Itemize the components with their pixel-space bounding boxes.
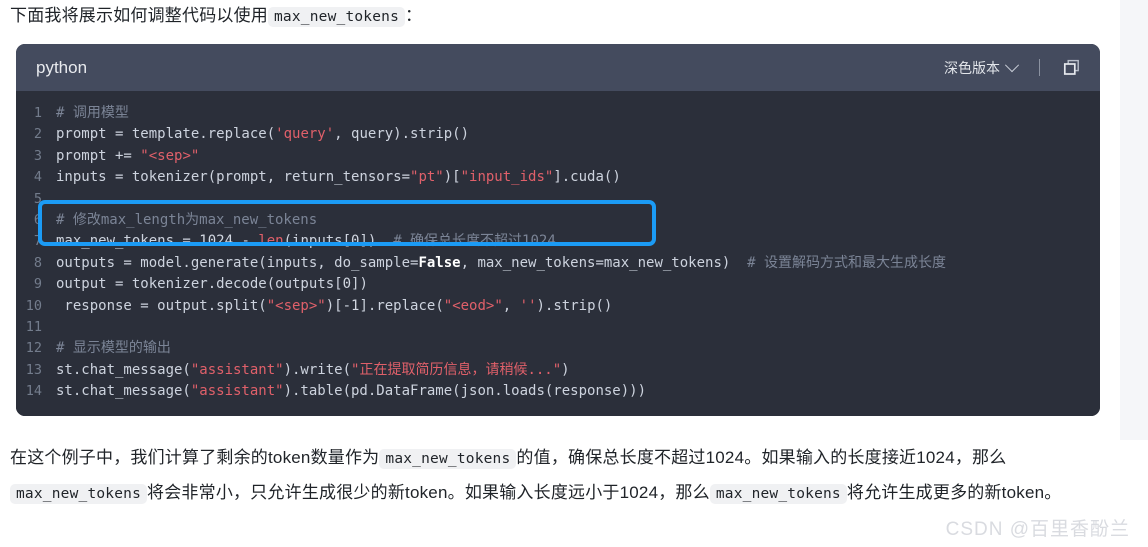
- copy-icon: [1063, 59, 1079, 75]
- page-right-gutter: [1120, 0, 1148, 440]
- line-content: [56, 317, 64, 338]
- inline-code-chip: max_new_tokens: [379, 449, 517, 469]
- intro-paragraph: 下面我将展示如何调整代码以使用 max_new_tokens：: [10, 2, 422, 31]
- line-content: outputs = model.generate(inputs, do_samp…: [56, 254, 947, 271]
- code-language-label: python: [36, 57, 88, 77]
- line-content: # 显示模型的输出: [56, 340, 171, 357]
- intro-text-after: ：: [405, 6, 423, 25]
- line-number: 12: [25, 340, 42, 357]
- line-number: 11: [25, 318, 42, 335]
- line-number: 13: [25, 361, 42, 378]
- line-content: inputs = tokenizer(prompt, return_tensor…: [56, 169, 621, 186]
- code-line: 1 # 调用模型: [16, 103, 1100, 124]
- outro-text-3: 将会非常小，只允许生成很少的新token。如果输入长度远小于1024，那么: [147, 483, 710, 502]
- line-number: 14: [25, 383, 42, 400]
- code-line: 14 st.chat_message("assistant").table(pd…: [16, 381, 1100, 402]
- theme-select-button[interactable]: 深色版本: [938, 55, 1023, 81]
- code-header-controls: 深色版本: [938, 55, 1084, 81]
- code-line: 10 response = output.split("<sep>")[-1].…: [16, 296, 1100, 317]
- code-line: 8 outputs = model.generate(inputs, do_sa…: [16, 253, 1100, 274]
- code-block-header: python 深色版本: [16, 44, 1100, 91]
- theme-select-label: 深色版本: [944, 59, 1000, 76]
- line-number: 10: [25, 297, 42, 314]
- code-line: 7 max_new_tokens = 1024 - len(inputs[0])…: [16, 231, 1100, 252]
- code-line: 11: [16, 317, 1100, 338]
- intro-text-before: 下面我将展示如何调整代码以使用: [10, 6, 268, 25]
- code-line: 12 # 显示模型的输出: [16, 338, 1100, 359]
- line-content: prompt = template.replace('query', query…: [56, 126, 470, 143]
- inline-code-chip: max_new_tokens: [10, 484, 148, 504]
- copy-code-button[interactable]: [1058, 55, 1084, 81]
- line-number: 6: [33, 211, 42, 228]
- inline-code-chip: max_new_tokens: [709, 484, 847, 504]
- line-number: 3: [33, 147, 42, 164]
- code-line: 5: [16, 189, 1100, 210]
- code-block-body: 1 # 调用模型 2 prompt = template.replace('qu…: [16, 91, 1100, 417]
- line-number: 1: [33, 105, 42, 121]
- line-content: [56, 189, 64, 210]
- line-number: 7: [33, 233, 42, 250]
- line-content: output = tokenizer.decode(outputs[0]): [56, 276, 368, 293]
- line-content: response = output.split("<sep>")[-1].rep…: [56, 297, 613, 314]
- code-line: 3 prompt += "<sep>": [16, 146, 1100, 167]
- chevron-down-icon: [1004, 57, 1020, 72]
- line-content: # 调用模型: [56, 105, 129, 121]
- outro-text-4: 将允许生成更多的新token。: [846, 483, 1062, 502]
- line-number: 9: [33, 276, 42, 293]
- line-number: 5: [33, 190, 42, 207]
- line-number: 2: [33, 126, 42, 143]
- line-content: max_new_tokens = 1024 - len(inputs[0]) #…: [56, 233, 556, 250]
- line-number: 4: [33, 169, 42, 186]
- outro-paragraph: 在这个例子中，我们计算了剩余的token数量作为 max_new_tokens 的值…: [10, 441, 1138, 511]
- code-block-card: python 深色版本 1 # 调用模型 2 prompt = template…: [16, 44, 1100, 417]
- header-divider: [1039, 59, 1040, 76]
- inline-code-chip: max_new_tokens: [268, 7, 406, 27]
- code-line: 9 output = tokenizer.decode(outputs[0]): [16, 274, 1100, 295]
- code-line: 2 prompt = template.replace('query', que…: [16, 124, 1100, 145]
- code-line: 4 inputs = tokenizer(prompt, return_tens…: [16, 167, 1100, 188]
- line-content: st.chat_message("assistant").write("正在提取…: [56, 361, 570, 378]
- watermark: CSDN @百里香酚兰: [945, 519, 1130, 540]
- line-content: prompt += "<sep>": [56, 147, 200, 164]
- line-content: # 修改max_length为max_new_tokens: [56, 211, 318, 228]
- code-line: 13 st.chat_message("assistant").write("正…: [16, 360, 1100, 381]
- code-line: 6 # 修改max_length为max_new_tokens: [16, 210, 1100, 231]
- outro-text-2: 的值，确保总长度不超过1024。如果输入的长度接近1024，那么: [516, 448, 1007, 467]
- line-content: st.chat_message("assistant").table(pd.Da…: [56, 383, 647, 400]
- line-number: 8: [33, 254, 42, 271]
- outro-text-1: 在这个例子中，我们计算了剩余的token数量作为: [10, 448, 380, 467]
